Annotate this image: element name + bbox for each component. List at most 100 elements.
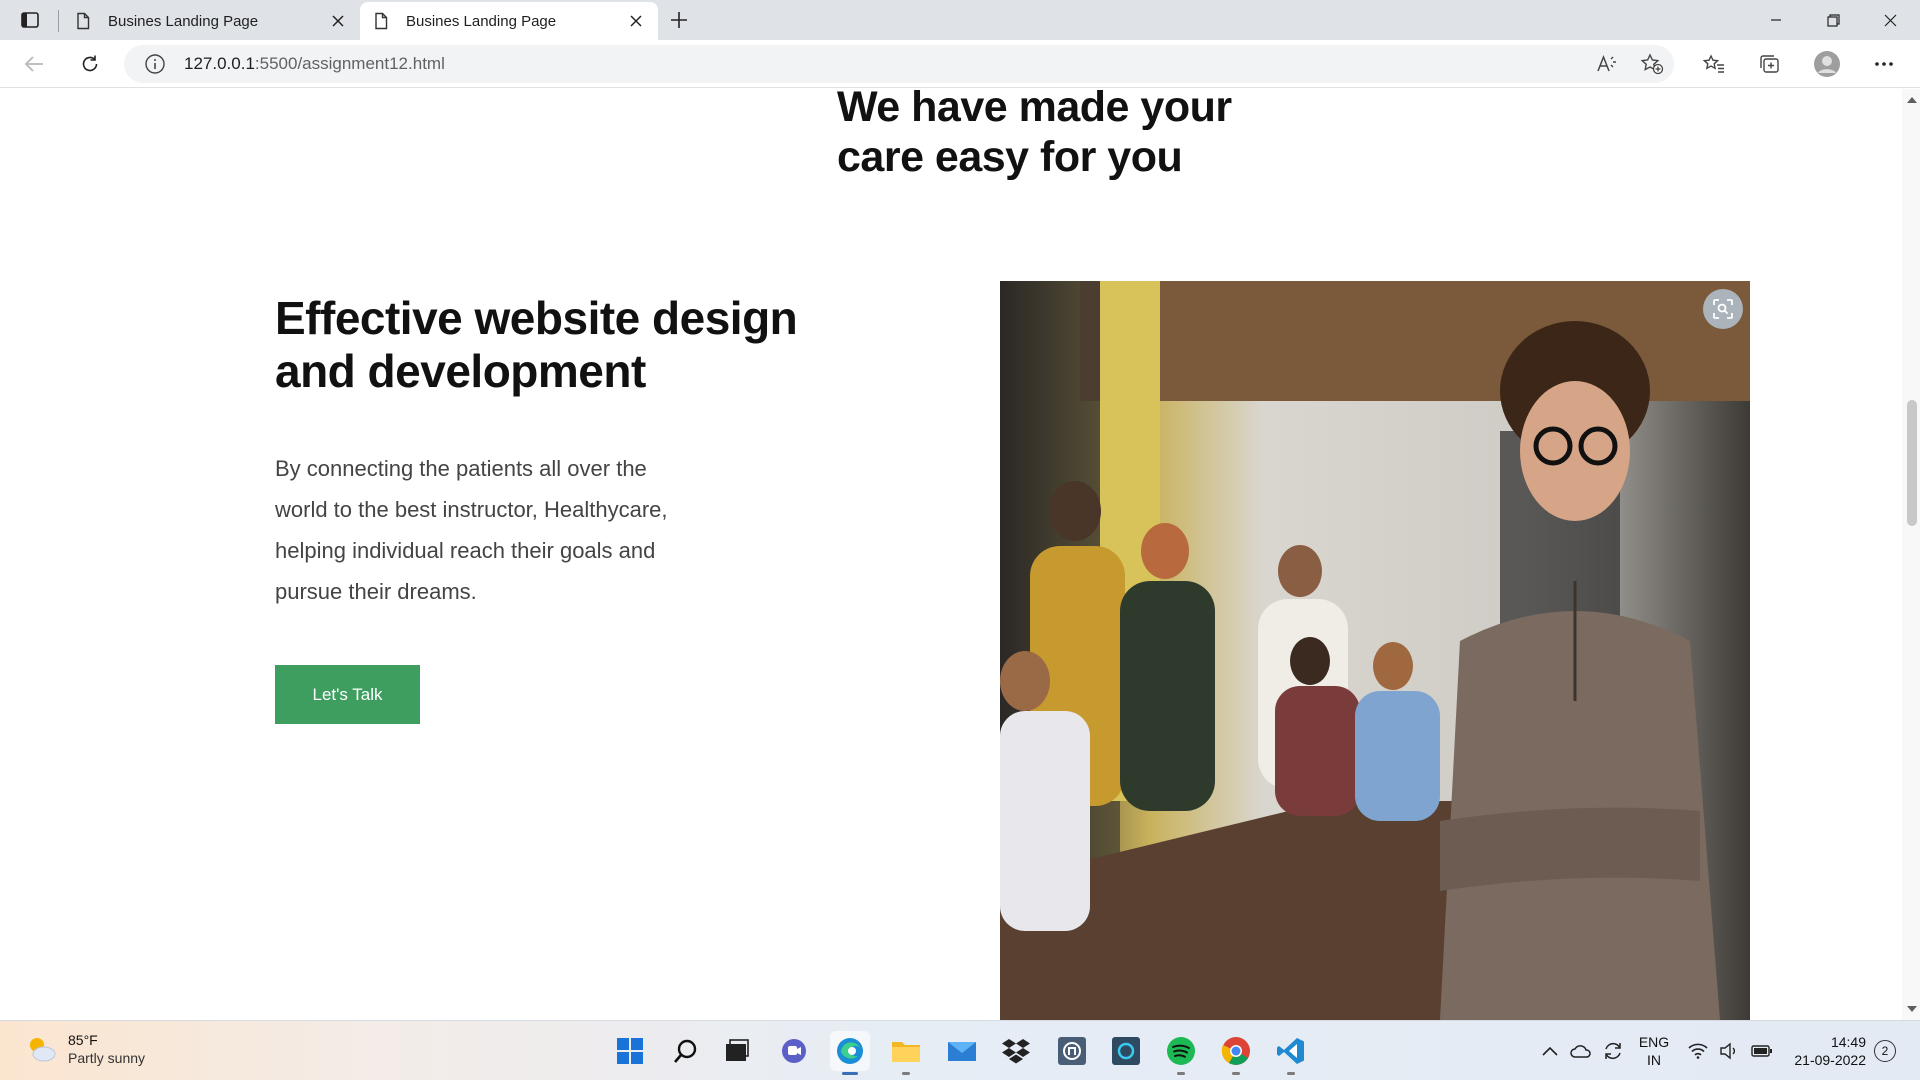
scroll-down-arrow-icon[interactable] [1907,1006,1917,1012]
read-aloud-button[interactable] [1589,48,1625,80]
battery-charging-icon [1751,1045,1772,1057]
info-icon[interactable] [144,53,166,75]
task-view-icon [726,1039,749,1061]
weather-temperature: 85°F [68,1032,98,1048]
dropbox-icon [1002,1039,1030,1064]
lets-talk-button[interactable]: Let's Talk [275,665,420,724]
add-favorite-button[interactable] [1634,48,1670,80]
hero-title-line2: and development [275,345,646,397]
taskbar: 85°F Partly sunny ENG IN 14:49 21-09-202… [0,1020,1920,1080]
tab-inactive[interactable]: Busines Landing Page [62,2,360,40]
edge-button[interactable] [830,1031,870,1071]
folder-icon [892,1042,920,1062]
explorer-indicator [902,1072,910,1075]
hero-image [1000,281,1750,1020]
close-tab-icon[interactable] [626,11,646,31]
url-host: 127.0.0.1 [184,54,255,73]
cloud-icon [1570,1045,1591,1058]
lang-line1: ENG [1638,1034,1670,1050]
clock-time: 14:49 [1830,1034,1866,1050]
wifi-button[interactable] [1685,1035,1711,1067]
wifi-icon [1688,1043,1708,1059]
chrome-button[interactable] [1216,1031,1256,1071]
spotify-indicator [1177,1072,1185,1075]
settings-more-button[interactable] [1866,48,1902,80]
address-bar: 127.0.0.1:5500/assignment12.html [0,40,1920,88]
more-icon [1875,62,1893,66]
close-window-button[interactable] [1862,0,1918,40]
plus-icon [671,12,687,28]
scroll-thumb[interactable] [1907,400,1917,526]
refresh-icon [82,55,98,72]
tab-title: Busines Landing Page [406,12,557,30]
section-heading-line2: care easy for you [837,133,1183,181]
tab-actions-button[interactable] [14,6,46,34]
close-tab-icon[interactable] [328,11,348,31]
volume-button[interactable] [1716,1035,1742,1067]
favorites-icon [1703,54,1724,73]
url-field[interactable]: 127.0.0.1:5500/assignment12.html [124,45,1674,83]
task-view-button[interactable] [717,1031,757,1071]
chrome-icon [1221,1037,1250,1065]
visual-search-icon [1713,299,1733,319]
tab-title: Busines Landing Page [108,12,259,30]
chrome-indicator [1232,1072,1240,1075]
speaker-icon [1720,1042,1735,1060]
collections-button[interactable] [1752,48,1788,80]
visual-search-button[interactable] [1703,289,1743,329]
app-tile-button[interactable] [1052,1031,1092,1071]
profile-button[interactable] [1809,48,1845,80]
chat-icon [782,1039,806,1063]
restore-icon [1826,13,1840,27]
restore-button[interactable] [1805,0,1861,40]
refresh-button[interactable] [72,48,108,80]
section-heading: We have made your care easy for you [837,89,1232,182]
weather-description: Partly sunny [68,1050,146,1066]
url-path: :5500/assignment12.html [254,54,445,73]
section-heading-line1: We have made your [837,89,1232,131]
cortana-app-button[interactable] [1106,1031,1146,1071]
spotify-icon [1167,1037,1195,1065]
clock-date: 21-09-2022 [1794,1052,1866,1068]
vertical-scrollbar[interactable] [1902,89,1920,1020]
vscode-button[interactable] [1271,1031,1311,1071]
tab-divider [58,10,59,32]
teams-chat-button[interactable] [774,1031,814,1071]
mail-button[interactable] [942,1031,982,1071]
tab-active[interactable]: Busines Landing Page [360,2,658,40]
minimize-button[interactable] [1748,0,1804,40]
spotify-button[interactable] [1161,1031,1201,1071]
back-button[interactable] [16,48,52,80]
onedrive-button[interactable] [1568,1035,1594,1067]
document-icon [77,12,90,30]
show-hidden-icons-button[interactable] [1538,1035,1562,1067]
battery-button[interactable] [1748,1035,1776,1067]
input-language-indicator[interactable]: ENG IN [1637,1033,1671,1069]
hero-title: Effective website design and development [275,292,798,398]
dropbox-button[interactable] [996,1031,1036,1071]
weather-widget[interactable]: 85°F Partly sunny [24,1031,145,1067]
mail-icon [948,1042,976,1061]
edge-icon [837,1038,863,1064]
chevron-up-icon [1542,1046,1558,1056]
clock[interactable]: 14:49 21-09-2022 [1782,1033,1866,1069]
edge-active-indicator [842,1072,858,1075]
search-icon [674,1039,697,1063]
sync-status-button[interactable] [1600,1035,1626,1067]
start-button[interactable] [610,1031,650,1071]
favorites-button[interactable] [1696,48,1732,80]
vscode-icon [1277,1038,1304,1064]
new-tab-button[interactable] [664,8,694,32]
star-plus-icon [1640,53,1664,75]
scroll-up-arrow-icon[interactable] [1907,97,1917,103]
minimize-icon [1771,19,1781,21]
notification-badge[interactable]: 2 [1874,1040,1896,1062]
page-viewport: We have made your care easy for you Effe… [0,89,1902,1020]
collections-icon [1760,55,1779,73]
file-explorer-button[interactable] [886,1031,926,1071]
windows-icon [617,1038,643,1064]
search-button[interactable] [666,1031,706,1071]
vscode-indicator [1287,1072,1295,1075]
partly-sunny-icon [30,1038,56,1062]
tab-actions-icon [21,12,39,28]
